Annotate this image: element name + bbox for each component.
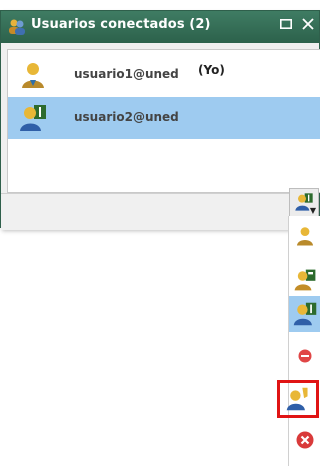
user-email: usuario2@uned: [74, 110, 179, 124]
user-list: usuario1@uned (Yo) usuario2@uned: [7, 49, 320, 193]
status-option-yellow-presenter[interactable]: [293, 268, 317, 292]
status-option-yellow[interactable]: [293, 224, 317, 248]
status-option-busy[interactable]: [293, 344, 317, 368]
user-row[interactable]: usuario2@uned: [8, 97, 320, 139]
window-title: Usuarios conectados (2): [31, 17, 211, 32]
users-group-icon: [9, 19, 25, 35]
user-row[interactable]: usuario1@uned (Yo): [8, 54, 320, 96]
close-icon[interactable]: [301, 17, 315, 31]
status-option-raise-hand[interactable]: [277, 380, 319, 418]
status-option-blue-presenter[interactable]: [289, 296, 320, 332]
close-red-icon: [296, 431, 314, 449]
status-menu: [277, 216, 320, 466]
maximize-icon[interactable]: [279, 17, 293, 31]
window-footer: [1, 193, 319, 230]
user-email: usuario1@uned: [74, 67, 179, 81]
user-blue-presenter-icon: [20, 105, 46, 131]
self-tag: (Yo): [198, 63, 225, 77]
user-blue-raised-hand-icon: [286, 387, 308, 411]
chevron-down-icon: ▼: [309, 206, 316, 215]
status-dropdown-button[interactable]: ▼: [289, 188, 319, 218]
minus-red-icon: [298, 349, 312, 363]
connected-users-window: Usuarios conectados (2) usuario1@uned (Y…: [0, 10, 320, 230]
user-yellow-presenter-icon: [294, 269, 316, 291]
user-yellow-icon: [296, 227, 314, 246]
user-blue-presenter-icon: [293, 302, 317, 326]
status-option-disconnect[interactable]: [293, 428, 317, 452]
user-yellow-icon: [22, 63, 44, 88]
title-bar[interactable]: Usuarios conectados (2): [1, 11, 319, 43]
